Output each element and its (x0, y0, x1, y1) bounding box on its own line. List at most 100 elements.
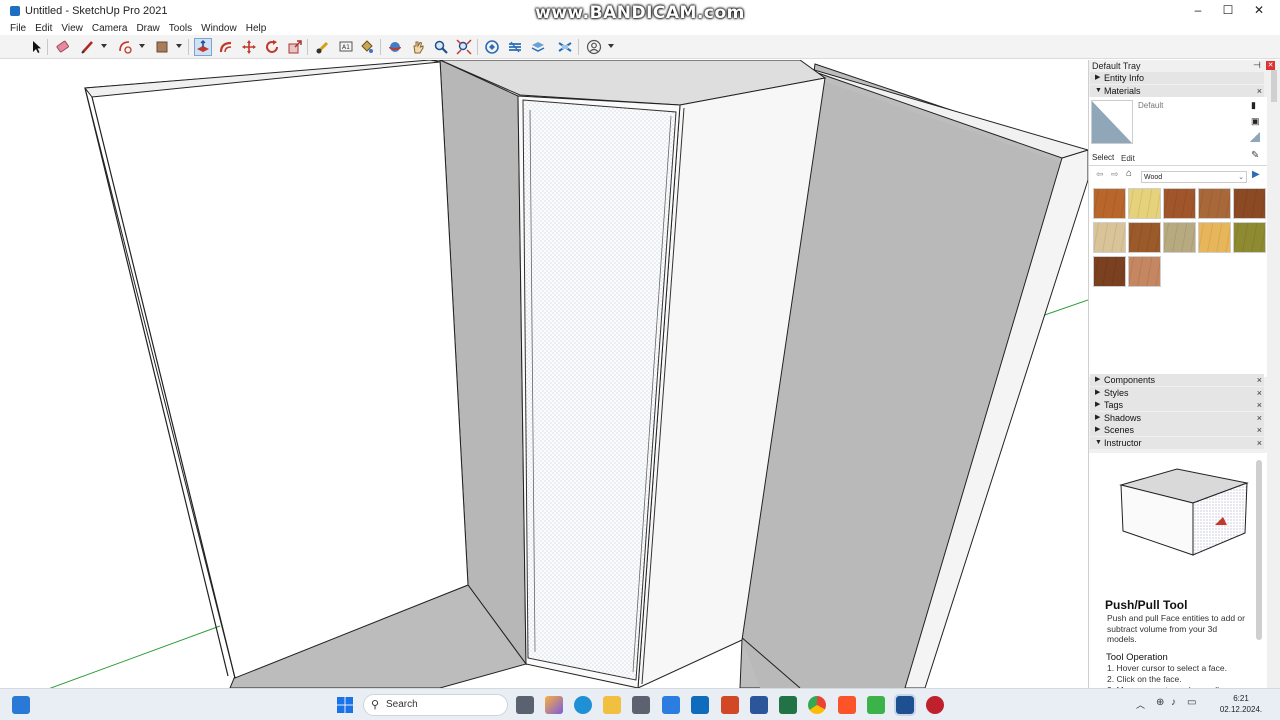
system-clock[interactable]: 6:21 02.12.2024. (1210, 693, 1272, 715)
zoom-tool-icon[interactable] (432, 38, 450, 56)
file-explorer-icon[interactable] (603, 696, 621, 714)
panel-styles[interactable]: ▶ Styles × (1090, 387, 1264, 399)
extension-warehouse-icon[interactable] (506, 38, 524, 56)
account-icon[interactable] (585, 38, 603, 56)
eraser-tool-icon[interactable] (54, 38, 72, 56)
material-swatch[interactable] (1128, 188, 1161, 219)
modeling-viewport[interactable] (0, 60, 1088, 688)
menu-tools[interactable]: Tools (169, 23, 192, 34)
menu-window[interactable]: Window (201, 23, 237, 34)
panel-close-icon[interactable]: × (1257, 437, 1262, 449)
text-tool-icon[interactable]: A1 (337, 38, 355, 56)
tray-close-icon[interactable]: ✕ (1266, 61, 1275, 70)
powerpoint-icon[interactable] (721, 696, 739, 714)
network-icon[interactable]: ⊕ (1156, 697, 1164, 708)
back-arrow-icon[interactable]: ⇦ (1096, 169, 1104, 180)
word-icon[interactable] (750, 696, 768, 714)
maximize-button[interactable]: ☐ (1212, 0, 1244, 21)
menu-camera[interactable]: Camera (92, 23, 128, 34)
line-dropdown-arrow-icon[interactable] (101, 44, 107, 48)
material-swatch[interactable] (1093, 256, 1126, 287)
tape-measure-tool-icon[interactable] (314, 38, 332, 56)
menu-draw[interactable]: Draw (136, 23, 159, 34)
edge-browser-icon[interactable] (574, 696, 592, 714)
tray-scrollbar[interactable] (1271, 70, 1277, 102)
panel-entity-info[interactable]: ▶ Entity Info (1090, 72, 1264, 84)
material-swatch[interactable] (1233, 222, 1266, 253)
material-swatch[interactable] (1198, 222, 1231, 253)
material-swatch[interactable] (1233, 188, 1266, 219)
orbit-tool-icon[interactable] (386, 38, 404, 56)
battery-icon[interactable]: ▭ (1187, 697, 1196, 708)
panel-instructor[interactable]: ▼ Instructor × (1090, 437, 1264, 449)
material-swatch[interactable] (1093, 222, 1126, 253)
panel-close-icon[interactable]: × (1257, 399, 1262, 411)
account-dropdown-arrow-icon[interactable] (608, 44, 614, 48)
sample-paint-icon[interactable]: ✎ (1251, 150, 1259, 161)
follow-me-tool-icon[interactable] (217, 38, 235, 56)
instructor-scrollbar[interactable] (1256, 460, 1262, 640)
shape-dropdown-arrow-icon[interactable] (176, 44, 182, 48)
material-swatch[interactable] (1128, 222, 1161, 253)
panel-close-icon[interactable]: × (1257, 85, 1262, 97)
panel-close-icon[interactable]: × (1257, 412, 1262, 424)
scale-tool-icon[interactable] (286, 38, 304, 56)
select-tool-icon[interactable] (27, 38, 45, 56)
panel-materials[interactable]: ▼ Materials × (1090, 85, 1264, 97)
menu-file[interactable]: File (10, 23, 26, 34)
material-swatch[interactable] (1198, 188, 1231, 219)
brave-icon[interactable] (838, 696, 856, 714)
panel-scenes[interactable]: ▶ Scenes × (1090, 424, 1264, 436)
paint-bucket-tool-icon[interactable] (358, 38, 376, 56)
volume-icon[interactable]: ♪ (1171, 697, 1176, 708)
create-material-icon[interactable]: ▮ (1251, 100, 1256, 111)
material-swatch[interactable] (1128, 256, 1161, 287)
minimize-button[interactable]: – (1182, 0, 1214, 21)
task-view-widget-icon[interactable] (12, 696, 30, 714)
chrome-icon[interactable] (808, 696, 826, 714)
utorrent-icon[interactable] (867, 696, 885, 714)
material-library-select[interactable]: Wood ⌄ (1141, 171, 1247, 183)
arc-tool-icon[interactable] (116, 38, 134, 56)
move-tool-icon[interactable] (240, 38, 258, 56)
shape-tool-icon[interactable] (153, 38, 171, 56)
tab-edit[interactable]: Edit (1121, 154, 1135, 163)
line-tool-icon[interactable] (79, 38, 97, 56)
3d-warehouse-icon[interactable] (483, 38, 501, 56)
material-swatch[interactable] (1093, 188, 1126, 219)
home-icon[interactable]: ⌂ (1126, 168, 1132, 179)
menu-edit[interactable]: Edit (35, 23, 52, 34)
panel-close-icon[interactable]: × (1257, 374, 1262, 386)
forward-arrow-icon[interactable]: ⇨ (1111, 169, 1119, 180)
store-icon[interactable] (632, 696, 650, 714)
bandicam-record-icon[interactable] (926, 696, 944, 714)
chevron-up-icon[interactable]: ︿ (1136, 698, 1145, 711)
task-view-icon[interactable] (516, 696, 534, 714)
start-windows-icon[interactable] (336, 696, 354, 714)
panel-tags[interactable]: ▶ Tags × (1090, 399, 1264, 411)
default-material-icon[interactable] (1250, 132, 1260, 142)
material-swatch[interactable] (1163, 222, 1196, 253)
arc-dropdown-arrow-icon[interactable] (139, 44, 145, 48)
extension-manager-icon[interactable] (556, 38, 574, 56)
rotate-tool-icon[interactable] (263, 38, 281, 56)
panel-shadows[interactable]: ▶ Shadows × (1090, 412, 1264, 424)
outlook-icon[interactable] (691, 696, 709, 714)
pin-icon[interactable]: ⊣ (1253, 60, 1261, 71)
tab-select[interactable]: Select (1092, 153, 1115, 162)
menu-help[interactable]: Help (246, 23, 267, 34)
panel-close-icon[interactable]: × (1257, 387, 1262, 399)
push-pull-tool-icon[interactable] (194, 38, 212, 56)
details-arrow-icon[interactable]: ▶ (1252, 169, 1260, 180)
menu-view[interactable]: View (61, 23, 83, 34)
panel-close-icon[interactable]: × (1257, 424, 1262, 436)
display-secondary-icon[interactable]: ▣ (1251, 116, 1260, 127)
material-swatch[interactable] (1163, 188, 1196, 219)
sketchup-taskbar-icon[interactable] (894, 694, 916, 716)
send-to-layout-icon[interactable] (529, 38, 547, 56)
zoom-extents-tool-icon[interactable] (455, 38, 473, 56)
close-button[interactable]: ✕ (1243, 0, 1275, 21)
excel-icon[interactable] (779, 696, 797, 714)
taskbar-search-box[interactable]: ⚲ Search (363, 694, 508, 716)
mail-icon[interactable] (662, 696, 680, 714)
